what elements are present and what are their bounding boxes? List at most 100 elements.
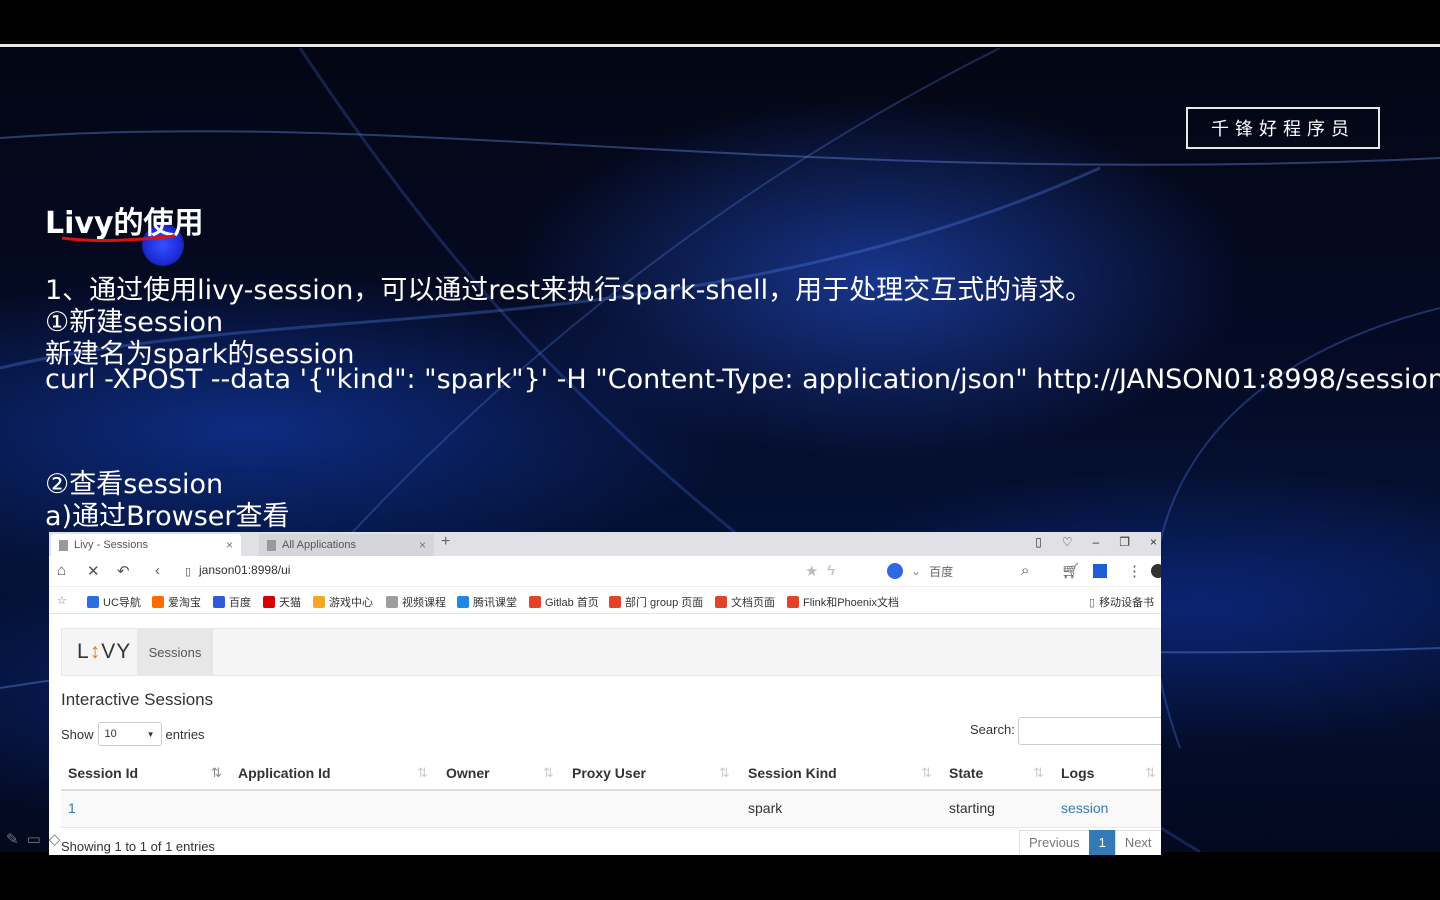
livy-logo[interactable]: L↕VY [77, 640, 131, 664]
search-input[interactable] [1018, 717, 1161, 745]
search-engine-label: 百度 [929, 564, 954, 579]
baidu-icon [213, 596, 225, 608]
next-page-button[interactable]: Next [1114, 830, 1161, 855]
bookmark-item[interactable]: UC导航 [87, 594, 141, 610]
mobile-bookmarks[interactable]: ▯ 移动设备书 [1089, 594, 1154, 610]
new-tab-button[interactable]: + [441, 533, 450, 551]
close-tab-icon[interactable]: × [419, 538, 426, 552]
taobao-icon [152, 596, 164, 608]
bookmark-item[interactable]: Flink和Phoenix文档 [787, 594, 899, 610]
baidu-icon [887, 563, 903, 579]
url-field[interactable]: janson01:8998/ui [199, 563, 290, 577]
bookmark-item[interactable]: 视频课程 [386, 594, 446, 610]
column-header-session-kind[interactable]: Session Kind [748, 765, 837, 781]
search-icon[interactable]: ⌕ [1021, 562, 1029, 579]
tab-label: Livy - Sessions [74, 539, 148, 551]
bookmark-item[interactable]: 游戏中心 [313, 594, 373, 610]
gitlab-icon [715, 596, 727, 608]
shield-icon[interactable]: ♡ [1062, 535, 1073, 549]
livy-page: L↕VY Sessions Interactive Sessions Show … [49, 614, 1161, 855]
board-icon[interactable]: ▭ [27, 830, 41, 848]
bookmark-item[interactable]: 百度 [213, 594, 251, 610]
extension-icon[interactable] [1093, 564, 1107, 578]
gitlab-icon [787, 596, 799, 608]
search-label: Search: [970, 722, 1015, 737]
session-id-link[interactable]: 1 [68, 800, 76, 816]
table-header: Session Id ⇅ Application Id ⇅ Owner ⇅ Pr… [61, 757, 1161, 791]
close-window-icon[interactable]: × [1150, 535, 1157, 549]
table-info: Showing 1 to 1 of 1 entries [61, 839, 215, 854]
sort-icon[interactable]: ⇅ [719, 765, 730, 781]
page-icon: ▯ [185, 566, 192, 578]
show-label: Show [61, 726, 94, 742]
table-row: 1 spark starting session [61, 791, 1161, 828]
page-1-button[interactable]: 1 [1088, 830, 1116, 855]
tab-all-applications[interactable]: All Applications × [259, 534, 434, 556]
column-header-owner[interactable]: Owner [446, 765, 490, 781]
uc-icon [87, 596, 99, 608]
column-header-state[interactable]: State [949, 765, 983, 781]
address-bar: ⌂ ✕ ↶ ‹ ▯ janson01:8998/ui ★ ϟ ⌄ 百度 ⌕ 🛒︎… [49, 556, 1161, 587]
top-divider [0, 44, 1440, 47]
tab-livy-sessions[interactable]: Livy - Sessions × [51, 534, 241, 556]
folder-icon [386, 596, 398, 608]
tab-bar: Livy - Sessions × All Applications × + ▯… [49, 532, 1161, 556]
logs-link[interactable]: session [1061, 800, 1108, 816]
page-size-select[interactable]: 10 ▼ [97, 722, 162, 746]
cart-icon[interactable]: 🛒︎ [1061, 562, 1080, 580]
column-header-proxy-user[interactable]: Proxy User [572, 765, 646, 781]
pagination: Previous 1 Next [1019, 830, 1161, 855]
pen-icon[interactable]: ✎ [6, 830, 19, 848]
state-cell: starting [949, 800, 995, 816]
bookmark-item[interactable]: 部门 group 页面 [609, 594, 703, 610]
bookmark-item[interactable]: 文档页面 [715, 594, 775, 610]
star-icon[interactable]: ★ [805, 562, 818, 580]
bookmark-item[interactable]: 爱淘宝 [152, 594, 201, 610]
browser-screenshot: Livy - Sessions × All Applications × + ▯… [49, 532, 1161, 855]
column-header-logs[interactable]: Logs [1061, 765, 1094, 781]
eraser-icon[interactable]: ◇ [49, 830, 61, 848]
back-icon[interactable]: ‹ [155, 562, 160, 579]
restore-icon[interactable]: ▯ [1035, 535, 1042, 549]
bookmarks-bar: ☆ UC导航 爱淘宝 百度 天猫 游戏中心 视频课程 腾讯课堂 Gitlab 首… [49, 587, 1161, 614]
sort-icon[interactable]: ⇅ [417, 765, 428, 781]
maximize-icon[interactable]: ❐ [1119, 535, 1130, 549]
sort-icon[interactable]: ⇅ [921, 765, 932, 781]
bookmark-item[interactable]: 天猫 [263, 594, 301, 610]
column-header-session-id[interactable]: Session Id [68, 765, 138, 781]
session-kind-cell: spark [748, 800, 783, 816]
bookmark-star-icon[interactable]: ☆ [57, 594, 67, 607]
sort-icon[interactable]: ⇅ [1033, 765, 1044, 781]
nav-sessions-tab[interactable]: Sessions [137, 629, 213, 675]
sort-asc-icon[interactable]: ⇅ [211, 765, 222, 781]
sort-icon[interactable]: ⇅ [543, 765, 554, 781]
tab-label: All Applications [282, 539, 356, 551]
caret-down-icon: ▼ [146, 729, 155, 739]
home-icon[interactable]: ⌂ [57, 562, 66, 579]
lightning-icon[interactable]: ϟ [827, 562, 835, 579]
brand-badge: 千锋好程序员 [1186, 107, 1380, 149]
bookmark-item[interactable]: 腾讯课堂 [457, 594, 517, 610]
minimize-icon[interactable]: – [1093, 535, 1100, 549]
sort-icon[interactable]: ⇅ [1145, 765, 1156, 781]
close-tab-icon[interactable]: × [226, 538, 233, 552]
red-underline-annotation [61, 234, 176, 242]
column-header-application-id[interactable]: Application Id [238, 765, 331, 781]
avatar[interactable] [1151, 564, 1161, 578]
bookmark-item[interactable]: Gitlab 首页 [529, 594, 599, 610]
gitlab-icon [609, 596, 621, 608]
undo-icon[interactable]: ↶ [117, 562, 130, 580]
stop-icon[interactable]: ✕ [87, 562, 100, 580]
mobile-icon: ▯ [1089, 596, 1096, 609]
page-size-control: Show 10 ▼ entries [61, 722, 205, 746]
tmall-icon [263, 596, 275, 608]
previous-page-button[interactable]: Previous [1019, 830, 1090, 855]
chevron-down-icon: ⌄ [911, 564, 922, 578]
window-controls: ▯ ♡ – ❐ × [1035, 535, 1157, 549]
slide-line-6: a)通过Browser查看 [45, 501, 290, 532]
curl-command-line: curl -XPOST --data '{"kind": "spark"}' -… [45, 364, 1440, 395]
menu-icon[interactable]: ⋮ [1127, 562, 1142, 580]
livy-navbar: L↕VY Sessions [61, 628, 1161, 676]
gitlab-icon [529, 596, 541, 608]
tencent-class-icon [457, 596, 469, 608]
